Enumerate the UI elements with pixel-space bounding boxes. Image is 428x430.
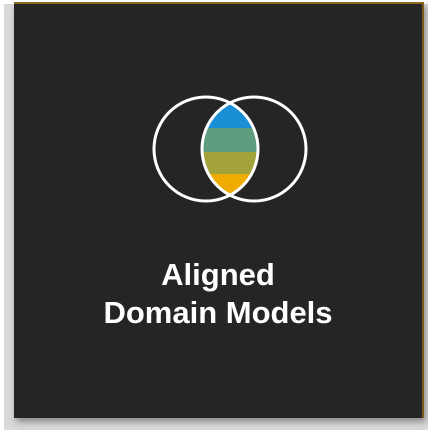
venn-diagram-icon xyxy=(152,95,308,203)
tile-title-line-1: Aligned xyxy=(161,257,275,292)
aligned-domain-models-tile[interactable]: Aligned Domain Models xyxy=(14,2,424,418)
tile-title: Aligned Domain Models xyxy=(14,256,422,332)
lens-band-blue xyxy=(202,97,258,128)
canvas: Aligned Domain Models xyxy=(0,0,428,430)
tile-title-line-2: Domain Models xyxy=(103,295,333,330)
